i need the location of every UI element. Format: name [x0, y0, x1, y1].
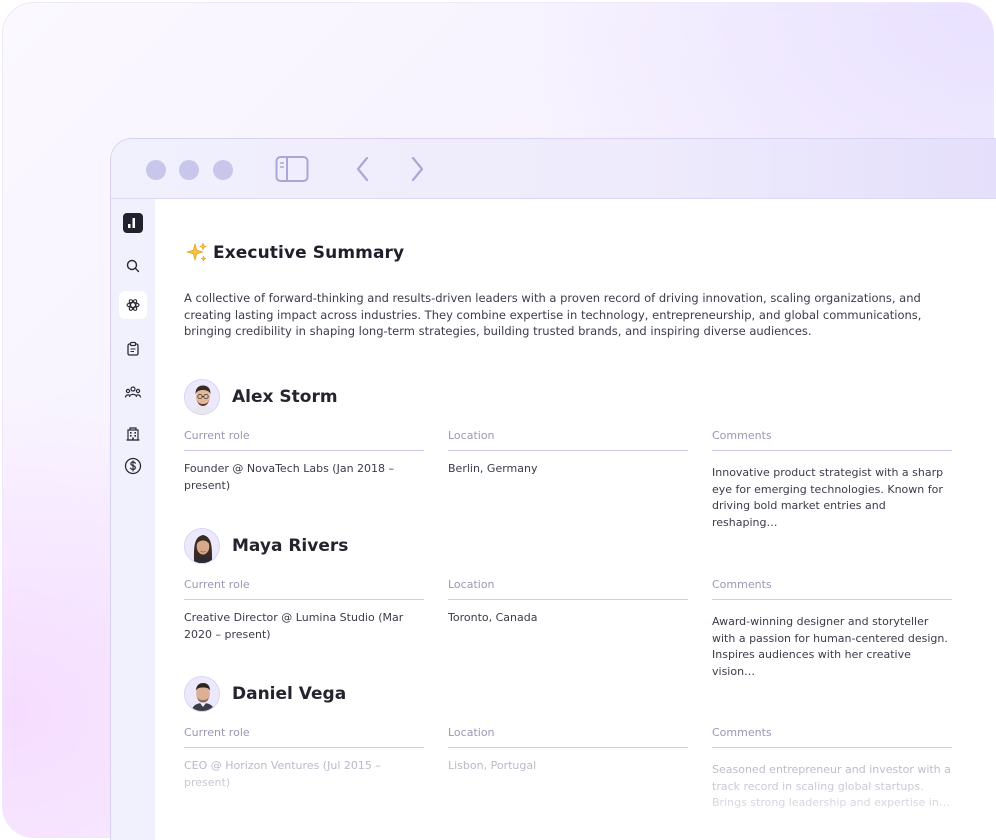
back-arrow-icon[interactable]: [353, 155, 373, 183]
comments-value: Seasoned entrepreneur and investor with …: [712, 763, 951, 809]
location-column: Location Berlin, Germany: [448, 429, 688, 478]
location-value: Toronto, Canada: [448, 611, 538, 624]
person-name: Alex Storm: [232, 387, 338, 407]
page-title: Executive Summary: [213, 243, 405, 263]
person-header: Maya Rivers: [184, 528, 964, 564]
role-column: Current role CEO @ Horizon Ventures (Jul…: [184, 726, 424, 791]
main-content: Executive Summary A collective of forwar…: [155, 201, 996, 840]
role-value: Creative Director @ Lumina Studio (Mar 2…: [184, 611, 404, 641]
summary-text: A collective of forward-thinking and res…: [184, 291, 922, 338]
person-name: Daniel Vega: [232, 684, 347, 704]
person-card: Alex Storm Current role Founder @ NovaTe…: [184, 379, 964, 529]
forward-arrow-icon[interactable]: [407, 155, 427, 183]
people-icon[interactable]: [119, 378, 147, 406]
avatar[interactable]: [184, 528, 220, 564]
comments-header: Comments: [712, 578, 952, 600]
avatar[interactable]: [184, 379, 220, 415]
window-maximize-dot[interactable]: [213, 160, 233, 180]
location-header: Location: [448, 578, 688, 600]
person-name: Maya Rivers: [232, 536, 349, 556]
analytics-logo-icon[interactable]: [119, 209, 147, 237]
location-value: Lisbon, Portugal: [448, 759, 537, 772]
app-window: Executive Summary A collective of forwar…: [110, 138, 996, 840]
window-close-dot[interactable]: [146, 160, 166, 180]
role-header: Current role: [184, 726, 424, 748]
role-header: Current role: [184, 578, 424, 600]
comments-value: Award-winning designer and storyteller w…: [712, 615, 948, 678]
person-card: Daniel Vega Current role CEO @ Horizon V…: [184, 676, 964, 809]
comments-column: Comments Seasoned entrepreneur and inves…: [712, 726, 952, 812]
role-column: Current role Creative Director @ Lumina …: [184, 578, 424, 643]
location-header: Location: [448, 726, 688, 748]
window-minimize-dot[interactable]: [179, 160, 199, 180]
dollar-icon[interactable]: [119, 452, 147, 480]
location-column: Location Toronto, Canada: [448, 578, 688, 627]
location-value: Berlin, Germany: [448, 462, 538, 475]
clipboard-icon[interactable]: [119, 335, 147, 363]
comments-column: Comments Innovative product strategist w…: [712, 429, 952, 531]
title-row: Executive Summary: [185, 241, 404, 265]
sidebar: [111, 199, 155, 840]
role-value: Founder @ NovaTech Labs (Jan 2018 – pres…: [184, 462, 395, 492]
avatar[interactable]: [184, 676, 220, 712]
person-header: Alex Storm: [184, 379, 964, 415]
person-header: Daniel Vega: [184, 676, 964, 712]
sidebar-toggle-icon[interactable]: [275, 155, 309, 183]
title-bar: [111, 139, 996, 199]
comments-column: Comments Award-winning designer and stor…: [712, 578, 952, 680]
comments-value: Innovative product strategist with a sha…: [712, 466, 944, 529]
role-header: Current role: [184, 429, 424, 451]
role-value: CEO @ Horizon Ventures (Jul 2015 – prese…: [184, 759, 381, 789]
comments-header: Comments: [712, 726, 952, 748]
location-header: Location: [448, 429, 688, 451]
comments-header: Comments: [712, 429, 952, 451]
building-icon[interactable]: [119, 420, 147, 448]
sparkles-icon: [185, 242, 208, 262]
search-icon[interactable]: [119, 252, 147, 280]
location-column: Location Lisbon, Portugal: [448, 726, 688, 775]
role-column: Current role Founder @ NovaTech Labs (Ja…: [184, 429, 424, 494]
ai-sparkle-icon[interactable]: [119, 291, 147, 319]
person-card: Maya Rivers Current role Creative Direct…: [184, 528, 964, 678]
